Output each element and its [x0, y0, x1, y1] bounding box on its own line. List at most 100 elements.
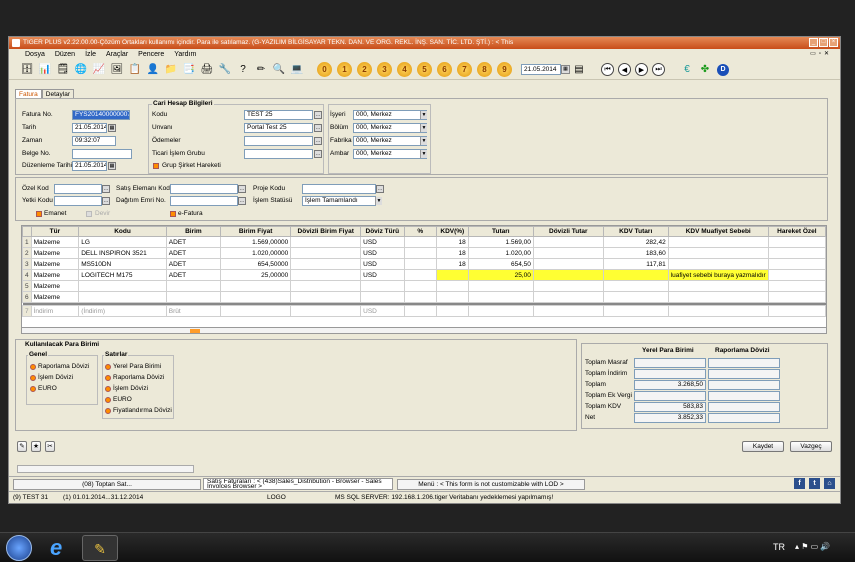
satir-radio-raporlama[interactable]	[105, 375, 111, 381]
unvan-field[interactable]: Portal Test 25	[244, 123, 313, 133]
cell-dovizli-tutar[interactable]	[532, 269, 604, 281]
cell-kdv-tutari[interactable]: 282,42	[602, 236, 669, 248]
save-button[interactable]: Kaydet	[742, 441, 784, 452]
toolbar-date-field[interactable]: 21.05.2014 ▦	[521, 63, 570, 76]
calendar-view-icon[interactable]: ▤	[571, 62, 587, 78]
cell-kdv[interactable]: 18	[435, 236, 469, 248]
fabrika-select[interactable]: 000, Merkez	[353, 136, 427, 146]
cell-kdv-tutari[interactable]	[602, 291, 669, 303]
euro-icon[interactable]: €	[679, 62, 695, 78]
genel-radio-raporlama[interactable]	[30, 364, 36, 370]
dagitim-emri-field[interactable]	[170, 196, 238, 206]
twitter-icon[interactable]: t	[809, 478, 820, 489]
dagitim-emri-lookup-icon[interactable]: …	[238, 197, 246, 205]
cell-percent[interactable]	[403, 258, 437, 270]
tool-icon-5[interactable]: 📈	[91, 62, 107, 78]
cell-tutari[interactable]: 1.020,00	[467, 247, 534, 259]
cell-kodu[interactable]: LG	[78, 236, 167, 248]
cell-kodu[interactable]	[78, 291, 167, 303]
facebook-icon[interactable]: f	[794, 478, 805, 489]
language-indicator[interactable]: TR	[773, 542, 785, 552]
col-tur[interactable]: Tür	[30, 226, 80, 237]
tool-icon-3[interactable]: 🗒	[55, 62, 71, 78]
cell-tutari[interactable]: 25,00	[467, 269, 534, 281]
cell-dovizli-birim-fiyat[interactable]	[290, 236, 362, 248]
cell-tur[interactable]: Malzeme	[30, 247, 80, 259]
cell-birim[interactable]: ADET	[165, 236, 222, 248]
duzenleme-calendar-icon[interactable]: ▦	[108, 162, 116, 170]
cell-dovizli-birim-fiyat[interactable]	[290, 291, 362, 303]
cari-kodu-field[interactable]: TEST 25	[244, 110, 313, 120]
action-icon-1[interactable]: ✎	[17, 441, 27, 452]
isyeri-dropdown-icon[interactable]: ▼	[420, 111, 427, 119]
menu-dosya[interactable]: Dosya	[25, 49, 45, 60]
cell-kdv-tutari[interactable]: 117,81	[602, 258, 669, 270]
col-doviz-turu[interactable]: Döviz Türü	[360, 226, 405, 237]
cell-dovizli-tutar[interactable]	[532, 291, 604, 303]
cell-tur[interactable]: Malzeme	[30, 291, 80, 303]
shortcut-9-button[interactable]: 9	[497, 62, 512, 77]
bolum-dropdown-icon[interactable]: ▼	[420, 124, 427, 132]
cell-tutari[interactable]	[467, 280, 534, 292]
grup-sirket-checkbox[interactable]	[153, 163, 159, 169]
tiger-app-taskbar-icon[interactable]: ✎	[82, 535, 118, 561]
close-button[interactable]: ×	[829, 38, 838, 47]
shortcut-5-button[interactable]: 5	[417, 62, 432, 77]
ozel-kod-field[interactable]	[54, 184, 102, 194]
search-icon[interactable]: 🔍	[271, 62, 287, 78]
col-kdv[interactable]: KDV(%)	[435, 226, 469, 237]
ozel-kod-lookup-icon[interactable]: …	[102, 185, 110, 193]
duzenleme-tarihi-field[interactable]: 21.05.2014	[72, 161, 107, 171]
tool-icon-2[interactable]: 📊	[37, 62, 53, 78]
ambar-select[interactable]: 000, Merkez	[353, 149, 427, 159]
shortcut-7-button[interactable]: 7	[457, 62, 472, 77]
cell-kdv-muafiyet[interactable]	[667, 305, 769, 317]
col-kdv-tutari[interactable]: KDV Tutarı	[602, 226, 669, 237]
cell-birim-fiyat[interactable]	[220, 305, 292, 317]
tool-icon-1[interactable]: 🗄	[19, 62, 35, 78]
islem-statusu-select[interactable]: İşlem Tamamlandı	[302, 196, 376, 206]
cell-doviz-turu[interactable]: USD	[360, 236, 405, 248]
odemeler-field[interactable]	[244, 136, 313, 146]
cell-birim[interactable]: ADET	[165, 258, 222, 270]
minimize-button[interactable]: _	[809, 38, 818, 47]
col-birim-fiyat[interactable]: Birim Fiyat	[220, 226, 292, 237]
cell-kodu[interactable]: LOGITECH M175	[78, 269, 167, 281]
zaman-field[interactable]: 09:32:07	[72, 136, 116, 146]
cell-kdv-muafiyet[interactable]: luafiyet sebebi buraya yazmalıdır	[667, 269, 769, 281]
cell-kdv[interactable]	[435, 305, 469, 317]
shortcut-4-button[interactable]: 4	[397, 62, 412, 77]
taskwin-satis-faturalari[interactable]: Satış Faturaları : < (438)Sales_Distribu…	[203, 478, 393, 490]
cell-tutari[interactable]	[467, 291, 534, 303]
next-record-icon[interactable]: ▶	[635, 63, 648, 76]
cell-hareket-ozel[interactable]	[767, 305, 826, 317]
taskwin-toptan[interactable]: (08) Toptan Sat...	[13, 479, 201, 490]
cell-birim[interactable]: Brüt	[165, 305, 222, 317]
maximize-button[interactable]: □	[819, 38, 828, 47]
cell-percent[interactable]	[403, 247, 437, 259]
bolum-select[interactable]: 000, Merkez	[353, 123, 427, 133]
tarih-field[interactable]: 21.05.2014	[72, 123, 107, 133]
genel-radio-islem[interactable]	[30, 375, 36, 381]
tool-icon-7[interactable]: 📋	[127, 62, 143, 78]
cell-kdv-muafiyet[interactable]	[667, 258, 769, 270]
belge-no-field[interactable]	[72, 149, 132, 159]
cell-tur[interactable]: Malzeme	[30, 269, 80, 281]
cell-birim-fiyat[interactable]	[220, 280, 292, 292]
cell-percent[interactable]	[403, 305, 437, 317]
calendar-icon[interactable]: ▦	[561, 64, 570, 74]
fabrika-dropdown-icon[interactable]: ▼	[420, 137, 427, 145]
cell-kdv-tutari[interactable]	[602, 280, 669, 292]
cell-birim-fiyat[interactable]: 1.020,00000	[220, 247, 292, 259]
cell-hareket-ozel[interactable]	[767, 291, 826, 303]
cell-hareket-ozel[interactable]	[767, 280, 826, 292]
yetki-kodu-lookup-icon[interactable]: …	[102, 197, 110, 205]
satir-radio-yerel[interactable]	[105, 364, 111, 370]
ambar-dropdown-icon[interactable]: ▼	[420, 150, 427, 158]
cell-kodu[interactable]: (İndirim)	[78, 305, 167, 317]
cell-kdv-muafiyet[interactable]	[667, 280, 769, 292]
col-hareket-ozel[interactable]: Hareket Özel	[767, 226, 826, 237]
cell-tur[interactable]: Malzeme	[30, 280, 80, 292]
shortcut-1-button[interactable]: 1	[337, 62, 352, 77]
cell-birim[interactable]: ADET	[165, 269, 222, 281]
